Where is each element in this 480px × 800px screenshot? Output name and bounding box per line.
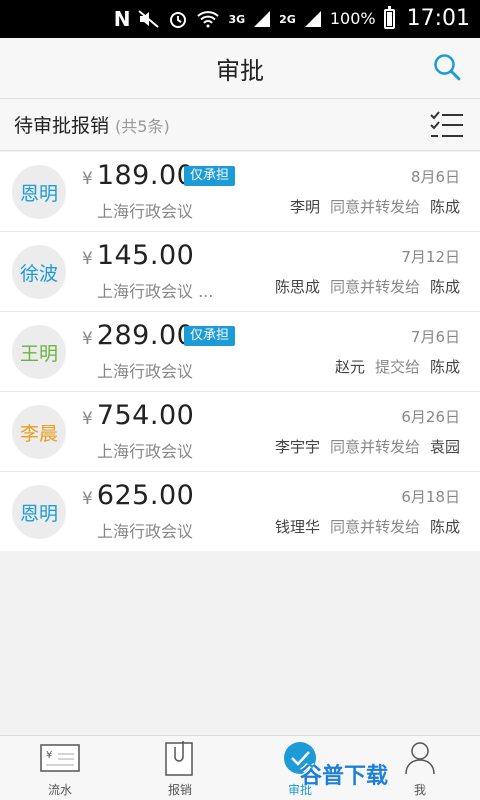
amount-value: 625.00 [96, 480, 195, 511]
item-description: 上海行政会议 ... [97, 282, 214, 301]
nfc-icon: N [113, 7, 131, 31]
nav-label: 流水 [47, 783, 72, 797]
approval-flow: 陈思成 同意并转发给 陈成 [275, 276, 460, 297]
network-3g-label: 3G [228, 12, 246, 26]
battery-percent: 100% [329, 9, 376, 28]
signal-icon-2 [304, 10, 322, 28]
item-date: 8月6日 [410, 168, 460, 186]
list-item[interactable]: 恩明 ¥ 189.00 仅承担 8月6日 上海行政会议 李明 同意并转发给 陈成 [0, 152, 480, 232]
list-item[interactable]: 李晨 ¥ 754.00 6月26日 上海行政会议 李宇宇 同意并转发给 袁园 [0, 392, 480, 472]
svg-text:¥: ¥ [46, 750, 52, 761]
amount: ¥ 145.00 [82, 240, 194, 271]
item-date: 6月18日 [401, 488, 460, 506]
list-item[interactable]: 恩明 ¥ 625.00 6月18日 上海行政会议 钱理华 同意并转发给 陈成 [0, 472, 480, 551]
flow-to: 陈成 [429, 198, 460, 216]
flow-action: 同意并转发给 [329, 278, 420, 296]
item-date: 7月12日 [401, 248, 460, 266]
nav-label: 我 [413, 783, 426, 797]
amount: ¥ 625.00 [82, 480, 194, 511]
checklist-icon [430, 111, 463, 137]
filter-list-button[interactable] [430, 111, 464, 139]
item-description: 上海行政会议 [97, 202, 194, 221]
currency-symbol: ¥ [82, 169, 93, 189]
status-badge: 仅承担 [184, 326, 236, 346]
section-count: (共5条) [115, 116, 170, 136]
flow-action: 同意并转发给 [329, 518, 420, 536]
currency-symbol: ¥ [82, 489, 93, 509]
amount-value: 145.00 [96, 240, 195, 271]
amount: ¥ 754.00 [82, 400, 194, 431]
nav-flow[interactable]: ¥ 流水 [0, 736, 120, 800]
amount-value: 289.00 [96, 320, 195, 351]
avatar: 李晨 [12, 405, 66, 459]
alarm-icon [168, 9, 188, 29]
flow-action: 同意并转发给 [329, 438, 420, 456]
nav-expense[interactable]: 报销 [120, 736, 240, 800]
nav-label: 报销 [167, 783, 192, 797]
watermark-logo: 谷普下载 [300, 764, 389, 789]
amount: ¥ 189.00 [82, 160, 194, 191]
section-title: 待审批报销 [14, 115, 110, 137]
flow-action: 提交给 [374, 358, 420, 376]
receipt-icon: ¥ [39, 737, 81, 779]
approval-flow: 李明 同意并转发给 陈成 [290, 196, 460, 217]
page-title: 审批 [216, 56, 264, 85]
currency-symbol: ¥ [82, 329, 93, 349]
currency-symbol: ¥ [82, 409, 93, 429]
search-button[interactable] [432, 52, 462, 82]
bottom-nav: ¥ 流水 报销 审批 我 [0, 735, 480, 800]
paperclip-document-icon [159, 737, 201, 779]
clock: 17:01 [406, 6, 470, 31]
wifi-icon [196, 10, 220, 28]
currency-symbol: ¥ [82, 249, 93, 269]
amount: ¥ 289.00 [82, 320, 194, 351]
flow-to: 陈成 [429, 358, 460, 376]
flow-from: 赵元 [334, 358, 365, 376]
network-2g-label: 2G [279, 12, 296, 26]
battery-icon [383, 6, 395, 29]
flow-to: 袁园 [429, 438, 460, 456]
status-badge: 仅承担 [184, 166, 236, 186]
signal-icon [253, 10, 271, 28]
avatar: 恩明 [12, 485, 66, 539]
flow-to: 陈成 [429, 518, 460, 536]
flow-to: 陈成 [429, 278, 460, 296]
approval-flow: 钱理华 同意并转发给 陈成 [275, 516, 460, 537]
search-icon [434, 54, 461, 81]
expense-list: 恩明 ¥ 189.00 仅承担 8月6日 上海行政会议 李明 同意并转发给 陈成… [0, 152, 480, 551]
approval-flow: 赵元 提交给 陈成 [335, 356, 460, 377]
section-header: 待审批报销 (共5条) [0, 99, 480, 151]
app-header: 审批 [0, 38, 480, 99]
avatar: 徐波 [12, 245, 66, 299]
item-description: 上海行政会议 [97, 362, 194, 381]
mute-icon [138, 10, 160, 28]
list-item[interactable]: 徐波 ¥ 145.00 7月12日 上海行政会议 ... 陈思成 同意并转发给 … [0, 232, 480, 312]
amount-value: 189.00 [96, 160, 195, 191]
avatar: 王明 [12, 325, 66, 379]
status-bar: N 3G 2G 100% 17:01 [0, 0, 480, 38]
approval-flow: 李宇宇 同意并转发给 袁园 [275, 436, 460, 457]
amount-value: 754.00 [96, 400, 195, 431]
flow-from: 陈思成 [274, 278, 320, 296]
flow-from: 钱理华 [274, 518, 320, 536]
user-icon [399, 737, 441, 779]
flow-from: 李明 [289, 198, 320, 216]
item-description: 上海行政会议 [97, 442, 194, 461]
flow-action: 同意并转发给 [329, 198, 420, 216]
item-date: 7月6日 [410, 328, 460, 346]
avatar: 恩明 [12, 165, 66, 219]
item-date: 6月26日 [401, 408, 460, 426]
item-description: 上海行政会议 [97, 522, 194, 541]
flow-from: 李宇宇 [274, 438, 320, 456]
list-item[interactable]: 王明 ¥ 289.00 仅承担 7月6日 上海行政会议 赵元 提交给 陈成 [0, 312, 480, 392]
